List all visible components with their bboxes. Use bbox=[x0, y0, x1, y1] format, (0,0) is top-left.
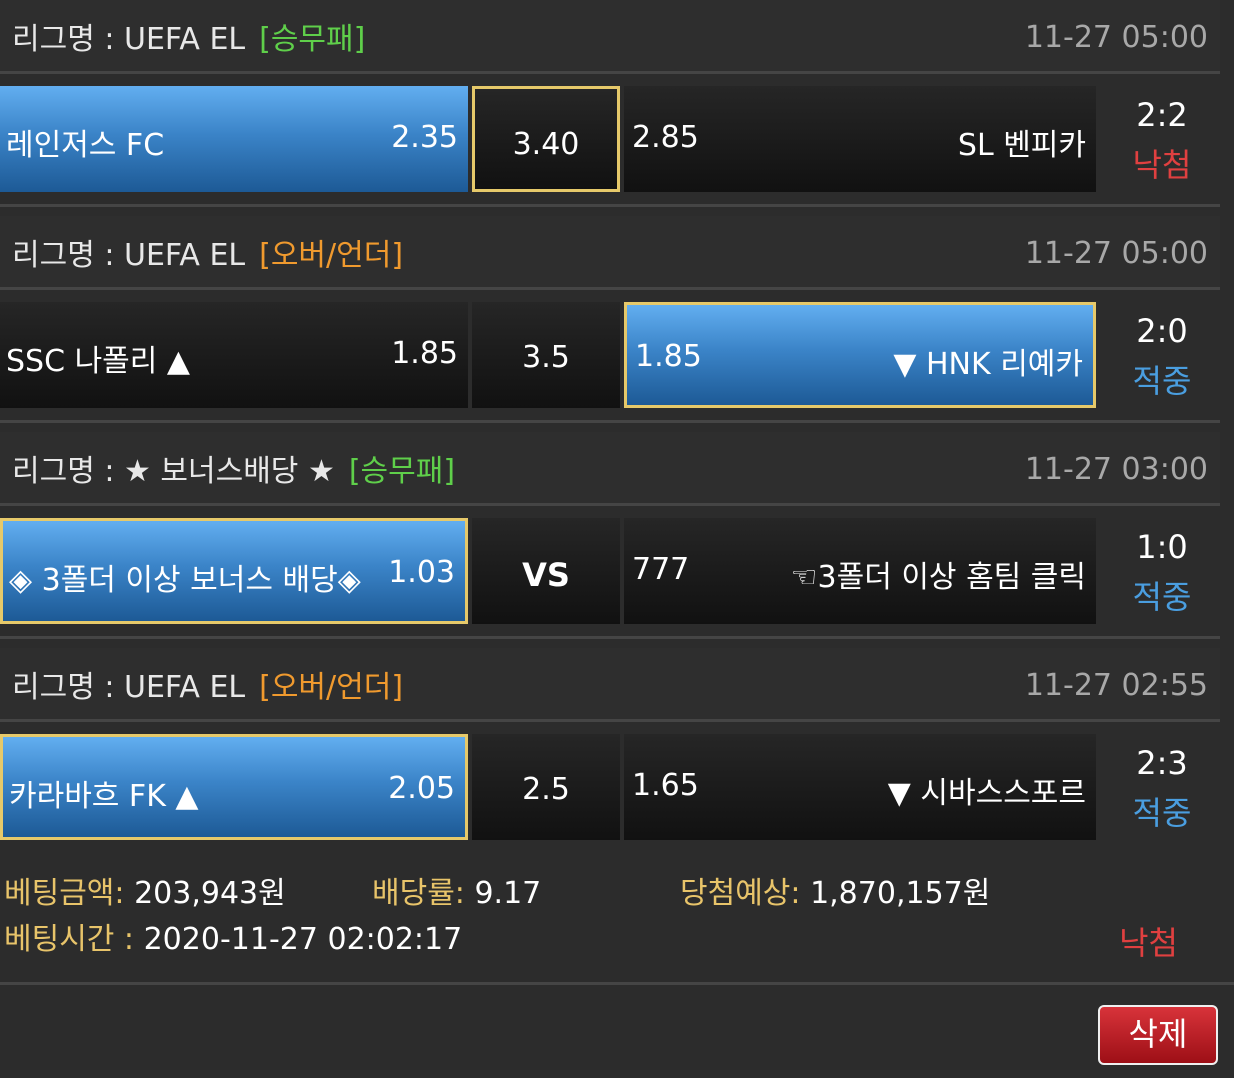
odds-total: 배당률: 9.17 bbox=[372, 868, 541, 912]
vs-label: VS bbox=[522, 556, 570, 594]
bet-amount-label: 베팅금액: bbox=[4, 876, 125, 911]
odds-value: 9.17 bbox=[474, 876, 542, 911]
divider bbox=[0, 982, 1234, 985]
away-odds-button[interactable]: 2.85 SL 벤피카 bbox=[624, 86, 1096, 192]
home-odds-button[interactable]: ◈ 3폴더 이상 보너스 배당◈ 1.03 bbox=[0, 518, 468, 624]
vs-cell: VS bbox=[472, 518, 620, 624]
result-status: 낙첨 bbox=[1132, 146, 1192, 184]
divider bbox=[0, 204, 1220, 207]
match-block: 리그명 : UEFA EL [오버/언더] 11-27 02:55 카라바흐 FK… bbox=[0, 648, 1220, 864]
match-result: 2:0 적중 bbox=[1100, 302, 1224, 408]
bet-type-tag: [승무패] bbox=[259, 22, 366, 57]
home-odds: 1.03 bbox=[388, 555, 455, 590]
match-block: 리그명 : UEFA EL [승무패] 11-27 05:00 레인저스 FC 2… bbox=[0, 0, 1220, 216]
odds-row: 레인저스 FC 2.35 3.40 2.85 SL 벤피카 2:2 낙첨 bbox=[0, 86, 1220, 196]
away-team: ▼ HNK 리예카 bbox=[893, 347, 1083, 382]
bet-type-tag: [오버/언더] bbox=[259, 238, 404, 273]
away-team: ☜3폴더 이상 홈팀 클릭 bbox=[790, 560, 1086, 595]
league-header: 리그명 : ★ 보너스배당 ★ [승무패] 11-27 03:00 bbox=[0, 432, 1220, 506]
odds-row: ◈ 3폴더 이상 보너스 배당◈ 1.03 VS 777 ☜3폴더 이상 홈팀 … bbox=[0, 518, 1220, 628]
match-time: 11-27 03:00 bbox=[1024, 452, 1208, 487]
match-result: 2:2 낙첨 bbox=[1100, 86, 1224, 192]
away-team: SL 벤피카 bbox=[957, 128, 1086, 163]
league-name: 리그명 : ★ 보너스배당 ★ bbox=[12, 454, 335, 489]
odds-row: 카라바흐 FK ▲ 2.05 2.5 1.65 ▼ 시바스스포르 2:3 적중 bbox=[0, 734, 1220, 844]
expected-label: 당첨예상: bbox=[680, 876, 801, 911]
home-odds: 2.35 bbox=[391, 120, 458, 155]
away-odds: 2.85 bbox=[632, 120, 699, 155]
bet-time-value: 2020-11-27 02:02:17 bbox=[143, 922, 463, 957]
home-team: 레인저스 FC bbox=[6, 128, 165, 163]
score: 2:3 bbox=[1136, 744, 1188, 782]
match-time: 11-27 02:55 bbox=[1024, 668, 1208, 703]
result-status: 적중 bbox=[1132, 362, 1192, 400]
league-name: 리그명 : UEFA EL bbox=[12, 22, 246, 57]
home-team: SSC 나폴리 ▲ bbox=[6, 344, 190, 379]
line-value-button[interactable]: 2.5 bbox=[472, 734, 620, 840]
match-result: 1:0 적중 bbox=[1100, 518, 1224, 624]
expected-win: 당첨예상: 1,870,157원 bbox=[680, 868, 990, 912]
league-name: 리그명 : UEFA EL bbox=[12, 670, 246, 705]
line-value: 3.5 bbox=[522, 340, 570, 375]
away-odds: 1.65 bbox=[632, 768, 699, 803]
league-header: 리그명 : UEFA EL [오버/언더] 11-27 02:55 bbox=[0, 648, 1220, 722]
home-odds-button[interactable]: 카라바흐 FK ▲ 2.05 bbox=[0, 734, 468, 840]
home-odds: 2.05 bbox=[388, 771, 455, 806]
home-team: 카라바흐 FK ▲ bbox=[9, 779, 199, 814]
bet-time-label: 베팅시간 : bbox=[4, 922, 135, 957]
bet-amount: 베팅금액: 203,943원 bbox=[4, 868, 286, 912]
away-odds-button[interactable]: 1.85 ▼ HNK 리예카 bbox=[624, 302, 1096, 408]
league-header: 리그명 : UEFA EL [승무패] 11-27 05:00 bbox=[0, 0, 1220, 74]
bet-summary: 베팅금액: 203,943원 배당률: 9.17 당첨예상: 1,870,157… bbox=[0, 860, 1234, 984]
league-name: 리그명 : UEFA EL bbox=[12, 238, 246, 273]
away-odds-button[interactable]: 777 ☜3폴더 이상 홈팀 클릭 bbox=[624, 518, 1096, 624]
draw-odds: 3.40 bbox=[512, 127, 580, 162]
divider bbox=[0, 420, 1220, 423]
draw-odds-button[interactable]: 3.40 bbox=[472, 86, 620, 192]
match-block: 리그명 : UEFA EL [오버/언더] 11-27 05:00 SSC 나폴리… bbox=[0, 216, 1220, 432]
home-odds-button[interactable]: SSC 나폴리 ▲ 1.85 bbox=[0, 302, 468, 408]
odds-row: SSC 나폴리 ▲ 1.85 3.5 1.85 ▼ HNK 리예카 2:0 적중 bbox=[0, 302, 1220, 412]
line-value-button[interactable]: 3.5 bbox=[472, 302, 620, 408]
home-odds-button[interactable]: 레인저스 FC 2.35 bbox=[0, 86, 468, 192]
away-odds-button[interactable]: 1.65 ▼ 시바스스포르 bbox=[624, 734, 1096, 840]
line-value: 2.5 bbox=[522, 772, 570, 807]
score: 2:0 bbox=[1136, 312, 1188, 350]
match-block: 리그명 : ★ 보너스배당 ★ [승무패] 11-27 03:00 ◈ 3폴더 이… bbox=[0, 432, 1220, 648]
home-team: ◈ 3폴더 이상 보너스 배당◈ bbox=[9, 563, 361, 598]
away-odds: 1.85 bbox=[635, 339, 702, 374]
result-status: 적중 bbox=[1132, 794, 1192, 832]
bet-time: 베팅시간 : 2020-11-27 02:02:17 bbox=[4, 914, 462, 958]
divider bbox=[0, 636, 1220, 639]
bet-amount-value: 203,943원 bbox=[134, 876, 286, 911]
match-time: 11-27 05:00 bbox=[1024, 20, 1208, 55]
league-header: 리그명 : UEFA EL [오버/언더] 11-27 05:00 bbox=[0, 216, 1220, 290]
home-odds: 1.85 bbox=[391, 336, 458, 371]
bet-type-tag: [오버/언더] bbox=[259, 670, 404, 705]
away-team: ▼ 시바스스포르 bbox=[887, 776, 1086, 811]
bet-result-status: 낙첨 bbox=[1119, 924, 1178, 962]
match-result: 2:3 적중 bbox=[1100, 734, 1224, 840]
odds-label: 배당률: bbox=[372, 876, 465, 911]
score: 1:0 bbox=[1136, 528, 1188, 566]
expected-value: 1,870,157원 bbox=[810, 876, 991, 911]
away-odds: 777 bbox=[632, 552, 690, 587]
result-status: 적중 bbox=[1132, 578, 1192, 616]
score: 2:2 bbox=[1136, 96, 1188, 134]
delete-button[interactable]: 삭제 bbox=[1098, 1005, 1218, 1065]
bet-type-tag: [승무패] bbox=[348, 454, 456, 489]
match-time: 11-27 05:00 bbox=[1024, 236, 1208, 271]
